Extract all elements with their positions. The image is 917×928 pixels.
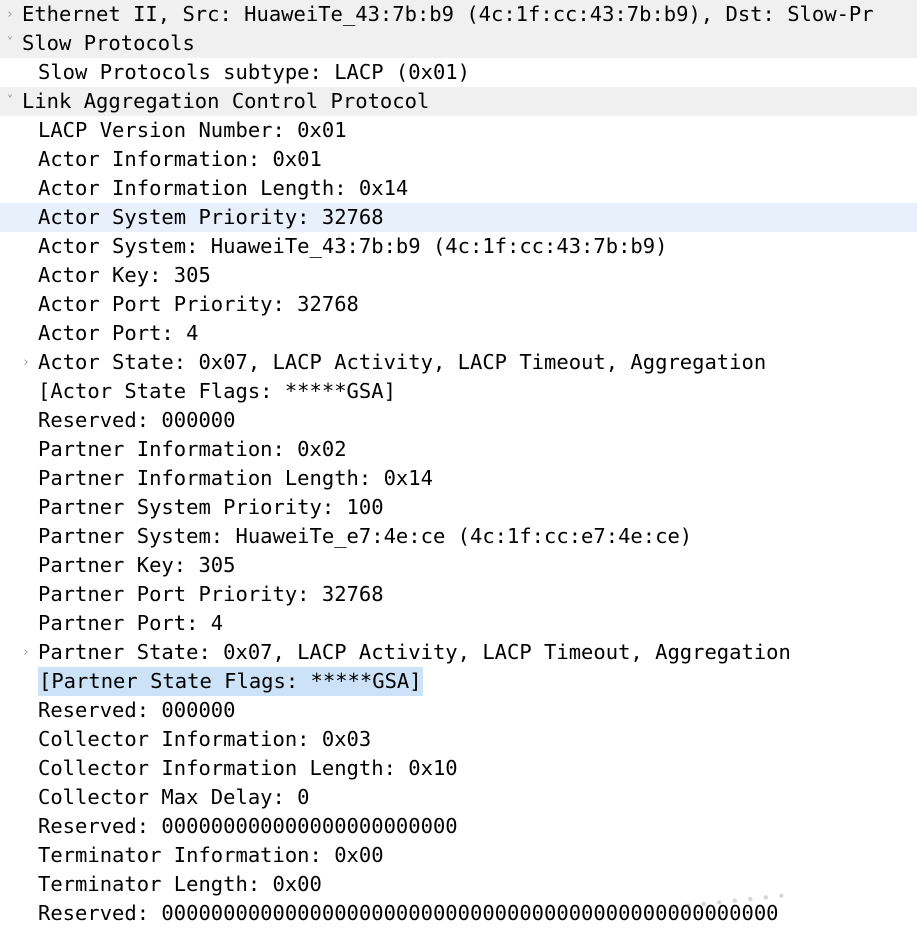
row-collector-information-length[interactable]: Collector Information Length: 0x10 <box>0 754 917 783</box>
row-partner-reserved[interactable]: Reserved: 000000 <box>0 696 917 725</box>
row-label: Partner System Priority: 100 <box>38 495 384 519</box>
row-label: Actor Information: 0x01 <box>38 147 322 171</box>
row-label: Reserved: 000000000000000000000000000000… <box>38 901 779 925</box>
row-label: Reserved: 000000 <box>38 698 236 722</box>
row-actor-port-priority[interactable]: Actor Port Priority: 32768 <box>0 290 917 319</box>
chevron-right-icon[interactable]: › <box>18 638 34 667</box>
row-terminator-length[interactable]: Terminator Length: 0x00 <box>0 870 917 899</box>
row-label: Slow Protocols <box>22 31 195 55</box>
row-slow-protocols-subtype[interactable]: Slow Protocols subtype: LACP (0x01) <box>0 58 917 87</box>
row-partner-port-priority[interactable]: Partner Port Priority: 32768 <box>0 580 917 609</box>
row-label: Actor Key: 305 <box>38 263 211 287</box>
row-label: Slow Protocols subtype: LACP (0x01) <box>38 60 470 84</box>
row-collector-max-delay[interactable]: Collector Max Delay: 0 <box>0 783 917 812</box>
row-label: Partner Information: 0x02 <box>38 437 347 461</box>
row-ethernet-ii[interactable]: › Ethernet II, Src: HuaweiTe_43:7b:b9 (4c… <box>0 0 917 29</box>
row-label: Collector Max Delay: 0 <box>38 785 310 809</box>
row-label: Partner Information Length: 0x14 <box>38 466 433 490</box>
row-actor-key[interactable]: Actor Key: 305 <box>0 261 917 290</box>
row-terminator-reserved[interactable]: Reserved: 000000000000000000000000000000… <box>0 899 917 928</box>
row-label: Terminator Length: 0x00 <box>38 872 322 896</box>
row-partner-state[interactable]: › Partner State: 0x07, LACP Activity, LAC… <box>0 638 917 667</box>
row-label: [Actor State Flags: *****GSA] <box>38 379 396 403</box>
row-partner-system[interactable]: Partner System: HuaweiTe_e7:4e:ce (4c:1f… <box>0 522 917 551</box>
row-label: Reserved: 000000 <box>38 408 236 432</box>
row-actor-information-length[interactable]: Actor Information Length: 0x14 <box>0 174 917 203</box>
row-lacp-version-number[interactable]: LACP Version Number: 0x01 <box>0 116 917 145</box>
row-actor-port[interactable]: Actor Port: 4 <box>0 319 917 348</box>
row-label: [Partner State Flags: *****GSA] <box>38 667 423 696</box>
row-label: Link Aggregation Control Protocol <box>22 89 430 113</box>
packet-details-pane[interactable]: › Ethernet II, Src: HuaweiTe_43:7b:b9 (4c… <box>0 0 917 928</box>
row-label: Actor State: 0x07, LACP Activity, LACP T… <box>38 350 767 374</box>
row-collector-information[interactable]: Collector Information: 0x03 <box>0 725 917 754</box>
row-link-aggregation-control-protocol[interactable]: ˅ Link Aggregation Control Protocol <box>0 87 917 116</box>
row-actor-system[interactable]: Actor System: HuaweiTe_43:7b:b9 (4c:1f:c… <box>0 232 917 261</box>
row-label: Terminator Information: 0x00 <box>38 843 384 867</box>
row-label: Actor Port: 4 <box>38 321 199 345</box>
row-partner-state-flags[interactable]: [Partner State Flags: *****GSA] <box>0 667 917 696</box>
row-actor-state[interactable]: › Actor State: 0x07, LACP Activity, LACP … <box>0 348 917 377</box>
row-label: Reserved: 000000000000000000000000 <box>38 814 458 838</box>
row-label: Partner Key: 305 <box>38 553 236 577</box>
row-terminator-information[interactable]: Terminator Information: 0x00 <box>0 841 917 870</box>
row-actor-state-flags[interactable]: [Actor State Flags: *****GSA] <box>0 377 917 406</box>
row-partner-port[interactable]: Partner Port: 4 <box>0 609 917 638</box>
row-label: Collector Information Length: 0x10 <box>38 756 458 780</box>
row-label: Actor Port Priority: 32768 <box>38 292 359 316</box>
row-partner-information[interactable]: Partner Information: 0x02 <box>0 435 917 464</box>
row-actor-reserved[interactable]: Reserved: 000000 <box>0 406 917 435</box>
row-label: Actor System: HuaweiTe_43:7b:b9 (4c:1f:c… <box>38 234 668 258</box>
row-partner-system-priority[interactable]: Partner System Priority: 100 <box>0 493 917 522</box>
row-label: Collector Information: 0x03 <box>38 727 372 751</box>
row-label: Partner System: HuaweiTe_e7:4e:ce (4c:1f… <box>38 524 693 548</box>
row-label: Actor System Priority: 32768 <box>38 205 384 229</box>
row-actor-information[interactable]: Actor Information: 0x01 <box>0 145 917 174</box>
row-label: LACP Version Number: 0x01 <box>38 118 347 142</box>
chevron-down-icon[interactable]: ˅ <box>2 29 18 58</box>
row-label: Partner State: 0x07, LACP Activity, LACP… <box>38 640 791 664</box>
chevron-down-icon[interactable]: ˅ <box>2 87 18 116</box>
chevron-right-icon[interactable]: › <box>18 348 34 377</box>
row-collector-reserved[interactable]: Reserved: 000000000000000000000000 <box>0 812 917 841</box>
row-partner-information-length[interactable]: Partner Information Length: 0x14 <box>0 464 917 493</box>
row-actor-system-priority[interactable]: Actor System Priority: 32768 <box>0 203 917 232</box>
chevron-right-icon[interactable]: › <box>2 0 18 29</box>
row-slow-protocols[interactable]: ˅ Slow Protocols <box>0 29 917 58</box>
row-label: Partner Port: 4 <box>38 611 224 635</box>
row-label: Partner Port Priority: 32768 <box>38 582 384 606</box>
row-partner-key[interactable]: Partner Key: 305 <box>0 551 917 580</box>
row-label: Actor Information Length: 0x14 <box>38 176 409 200</box>
row-label: Ethernet II, Src: HuaweiTe_43:7b:b9 (4c:… <box>22 2 874 26</box>
